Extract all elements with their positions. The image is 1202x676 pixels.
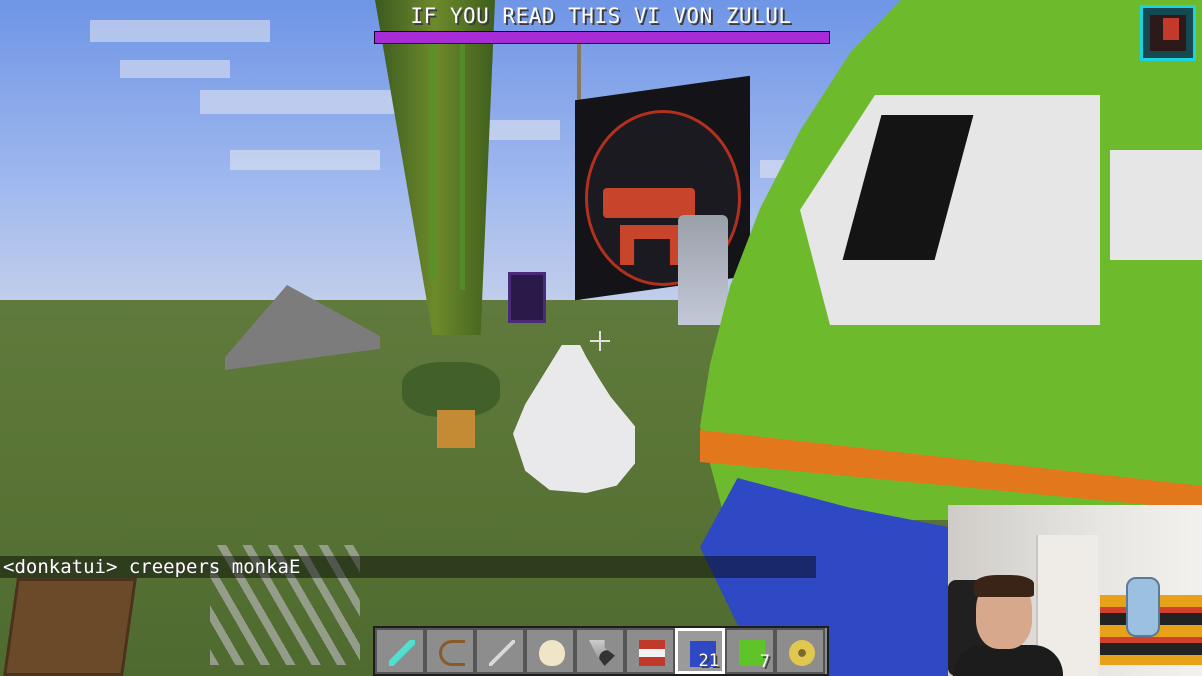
webcam-microphone bbox=[1126, 577, 1160, 637]
egg-icon bbox=[539, 640, 565, 666]
wood-block bbox=[3, 578, 137, 676]
hotbar-slot-7[interactable]: 21 bbox=[675, 628, 725, 674]
boss-bar-fill bbox=[375, 32, 829, 43]
vine bbox=[430, 40, 436, 280]
tnt-icon bbox=[639, 640, 665, 666]
flint-and-steel-icon bbox=[589, 640, 615, 666]
hotbar-slot-3[interactable] bbox=[475, 628, 525, 674]
boss-bar bbox=[374, 31, 830, 44]
hotbar[interactable]: 21 7 bbox=[373, 626, 829, 676]
boss-bar-title: IF YOU READ THIS VI VON ZULUL bbox=[410, 4, 792, 28]
hotbar-slot-1[interactable] bbox=[375, 628, 425, 674]
frog-eye-right bbox=[1110, 150, 1202, 260]
banner-sunglasses bbox=[603, 188, 695, 218]
tree-trunk bbox=[437, 410, 475, 448]
cloud bbox=[480, 120, 560, 140]
stream-logo-mark bbox=[1163, 18, 1179, 40]
item-count: 7 bbox=[759, 652, 770, 672]
hotbar-slot-9[interactable] bbox=[775, 628, 825, 674]
spawn-egg-icon bbox=[789, 640, 815, 666]
cloud bbox=[230, 150, 380, 170]
hotbar-slot-4[interactable] bbox=[525, 628, 575, 674]
webcam-overlay bbox=[948, 505, 1202, 676]
statue bbox=[678, 215, 728, 325]
item-count: 21 bbox=[698, 651, 719, 671]
hotbar-slot-6[interactable] bbox=[625, 628, 675, 674]
chat-message: <donkatui> creepers monkaE bbox=[0, 556, 816, 578]
hotbar-slot-8[interactable]: 7 bbox=[725, 628, 775, 674]
webcam-person-body bbox=[953, 645, 1063, 676]
bow-icon bbox=[439, 640, 465, 666]
crosshair-vertical bbox=[599, 331, 601, 351]
diamond-sword-icon bbox=[389, 640, 415, 666]
vine bbox=[460, 30, 465, 290]
cloud bbox=[200, 90, 400, 114]
cloud bbox=[120, 60, 230, 78]
tree-canopy bbox=[402, 362, 500, 417]
hotbar-slot-5[interactable] bbox=[575, 628, 625, 674]
webcam-person-hair bbox=[974, 575, 1034, 597]
stream-logo-icon bbox=[1140, 5, 1196, 61]
hotbar-slot-2[interactable] bbox=[425, 628, 475, 674]
nether-portal bbox=[508, 272, 546, 323]
arrow-icon bbox=[489, 640, 515, 666]
